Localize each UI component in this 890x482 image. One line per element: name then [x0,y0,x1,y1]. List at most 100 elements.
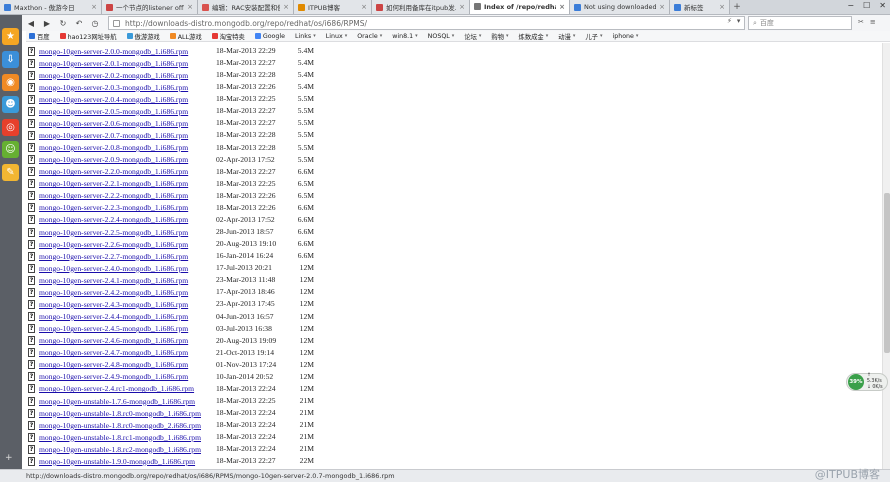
bookmark-item[interactable]: iphone ▾ [612,33,638,40]
file-link[interactable]: mongo-10gen-server-2.0.3-mongodb_1.i686.… [39,83,188,92]
file-link[interactable]: mongo-10gen-server-2.0.7-mongodb_1.i686.… [39,131,188,140]
file-link[interactable]: mongo-10gen-server-2.0.0-mongodb_1.i686.… [39,47,188,56]
file-link[interactable]: mongo-10gen-server-2.2.1-mongodb_1.i686.… [39,179,188,188]
tab-5[interactable]: 如何利用备库在itpub发... × [372,0,470,14]
file-link[interactable]: mongo-10gen-server-2.4.rc1-mongodb_1.i68… [39,384,194,393]
tab-2[interactable]: 一个节点的listener offline,...× [102,0,198,14]
bookmark-item[interactable]: Oracle ▾ [357,33,382,40]
dropdown-icon[interactable]: ▾ [737,17,741,25]
file-link[interactable]: mongo-10gen-server-2.0.5-mongodb_1.i686.… [39,107,188,116]
scrollbar-thumb[interactable] [884,193,890,353]
file-link[interactable]: mongo-10gen-server-2.2.4-mongodb_1.i686.… [39,215,188,224]
file-link[interactable]: mongo-10gen-server-2.0.1-mongodb_1.i686.… [39,59,188,68]
search-box[interactable]: ⌕ 百度 [748,16,852,30]
file-modified: 17-Jul-2013 20:21 [216,263,272,273]
snip-icon[interactable]: ✂ [858,18,864,26]
tab-7[interactable]: Not using downloaded repo...× [570,0,670,14]
file-link[interactable]: mongo-10gen-server-2.4.1-mongodb_1.i686.… [39,276,188,285]
app-icon[interactable]: ☺ [2,141,19,158]
tab-close-icon[interactable]: × [88,3,97,11]
bookmark-item[interactable]: Linux ▾ [326,33,347,40]
file-link[interactable]: mongo-10gen-unstable-1.9.0-mongodb_1.i68… [39,457,195,466]
file-link[interactable]: mongo-10gen-server-2.4.6-mongodb_1.i686.… [39,336,188,345]
refresh-icon[interactable]: ↻ [58,18,68,28]
bookmark-item[interactable]: Google [254,33,285,40]
file-link[interactable]: mongo-10gen-server-2.2.7-mongodb_1.i686.… [39,252,188,261]
file-link[interactable]: mongo-10gen-server-2.0.4-mongodb_1.i686.… [39,95,188,104]
file-link[interactable]: mongo-10gen-server-2.2.3-mongodb_1.i686.… [39,203,188,212]
bookmark-item[interactable]: 动漫 ▾ [558,32,575,41]
maximize-icon[interactable]: ☐ [863,1,870,10]
bookmark-item[interactable]: 炼数成金 ▾ [519,32,549,41]
game-icon[interactable]: ☻ [2,96,19,113]
bookmark-item[interactable]: win8.1 ▾ [392,33,417,40]
file-link[interactable]: mongo-10gen-server-2.0.8-mongodb_1.i686.… [39,143,188,152]
file-link[interactable]: mongo-10gen-server-2.4.5-mongodb_1.i686.… [39,324,188,333]
tab-3[interactable]: 编辑：RAC安装配置和使...× [198,0,294,14]
bookmark-item[interactable]: hao123网址导航 [59,32,117,41]
bookmark-item[interactable]: 儿子 ▾ [585,32,602,41]
bookmark-item[interactable]: 购物 ▾ [491,32,508,41]
address-bar[interactable]: http://downloads-distro.mongodb.org/repo… [108,16,745,30]
bookmark-item[interactable]: 百度 [29,32,50,41]
notes-icon[interactable]: ✎ [2,164,19,181]
bookmark-item[interactable]: NOSQL ▾ [428,33,455,40]
file-link[interactable]: mongo-10gen-server-2.0.2-mongodb_1.i686.… [39,71,188,80]
favorites-icon[interactable]: ★ [2,28,19,45]
tab-close-icon[interactable]: × [556,3,565,11]
file-link[interactable]: mongo-10gen-server-2.2.2-mongodb_1.i686.… [39,191,188,200]
file-link[interactable]: mongo-10gen-server-2.0.9-mongodb_1.i686.… [39,155,188,164]
file-row: ? mongo-10gen-server-2.4.7-mongodb_1.i686… [28,347,328,359]
download-icon[interactable]: ⇩ [2,51,19,68]
file-link[interactable]: mongo-10gen-server-2.4.3-mongodb_1.i686.… [39,300,188,309]
back-icon[interactable]: ◀ [26,18,36,28]
tab-1[interactable]: Maxthon - 傲游今日 × [0,0,102,14]
tab-4[interactable]: ITPUB博客 × [294,0,372,14]
bookmark-item[interactable]: 傲游游戏 [126,32,160,41]
file-link[interactable]: mongo-10gen-server-2.2.5-mongodb_1.i686.… [39,228,188,237]
network-speed-widget[interactable]: 39% ↑ 5.3K/s ↓ 0K/s [846,373,888,391]
file-link[interactable]: mongo-10gen-server-2.4.7-mongodb_1.i686.… [39,348,188,357]
bookmark-item[interactable]: 论坛 ▾ [464,32,481,41]
file-link[interactable]: mongo-10gen-unstable-1.8.rc0-mongodb_1.i… [39,409,201,418]
file-link[interactable]: mongo-10gen-server-2.2.6-mongodb_1.i686.… [39,240,188,249]
file-link[interactable]: mongo-10gen-unstable-1.8.rc1-mongodb_1.i… [39,433,201,442]
file-link[interactable]: mongo-10gen-server-2.4.9-mongodb_1.i686.… [39,372,188,381]
file-size: 22M [299,456,314,466]
rss-icon[interactable]: ◉ [2,74,19,91]
history-icon[interactable]: ◷ [90,18,100,28]
undo-icon[interactable]: ↶ [74,18,84,28]
tab-close-icon[interactable]: × [280,3,289,11]
vertical-scrollbar[interactable] [882,43,890,469]
minimize-icon[interactable]: − [847,1,854,10]
add-panel-icon[interactable]: + [5,453,13,463]
close-window-icon[interactable]: ✕ [879,1,886,10]
file-link[interactable]: mongo-10gen-unstable-1.8.rc0-mongodb_2.i… [39,421,201,430]
tab-close-icon[interactable]: × [456,3,465,11]
new-tab-icon[interactable]: + [730,0,744,14]
unknown-file-icon: ? [28,46,35,56]
tab-close-icon[interactable]: × [184,3,193,11]
bookmark-item[interactable]: ALL游戏 [169,32,202,41]
file-link[interactable]: mongo-10gen-server-2.4.0-mongodb_1.i686.… [39,264,188,273]
file-link[interactable]: mongo-10gen-server-2.4.4-mongodb_1.i686.… [39,312,188,321]
bookmark-item[interactable]: Links ▾ [295,33,316,40]
file-link[interactable]: mongo-10gen-server-2.0.6-mongodb_1.i686.… [39,119,188,128]
bookmark-label: Links [295,32,312,40]
file-link[interactable]: mongo-10gen-unstable-1.8.rc2-mongodb_1.i… [39,445,201,454]
file-link[interactable]: mongo-10gen-server-2.4.2-mongodb_1.i686.… [39,288,188,297]
file-link[interactable]: mongo-10gen-server-2.4.8-mongodb_1.i686.… [39,360,188,369]
tab-close-icon[interactable]: × [716,3,725,11]
file-link[interactable]: mongo-10gen-unstable-1.7.6-mongodb_1.i68… [39,397,195,406]
weibo-icon[interactable]: ◎ [2,119,19,136]
tab-6[interactable]: Index of /repo/redhat/os/i686...× [470,0,570,14]
bookmark-item[interactable]: 淘宝特卖 [211,32,245,41]
lightning-icon[interactable]: ⚡ [727,17,732,25]
tab-close-icon[interactable]: × [656,3,665,11]
file-link[interactable]: mongo-10gen-server-2.2.0-mongodb_1.i686.… [39,167,188,176]
forward-icon[interactable]: ▶ [42,18,52,28]
unknown-file-icon: ? [28,312,35,322]
tab-8[interactable]: 新标签 × [670,0,730,14]
menu-icon[interactable]: ≡ [870,18,876,26]
tab-close-icon[interactable]: × [358,3,367,11]
